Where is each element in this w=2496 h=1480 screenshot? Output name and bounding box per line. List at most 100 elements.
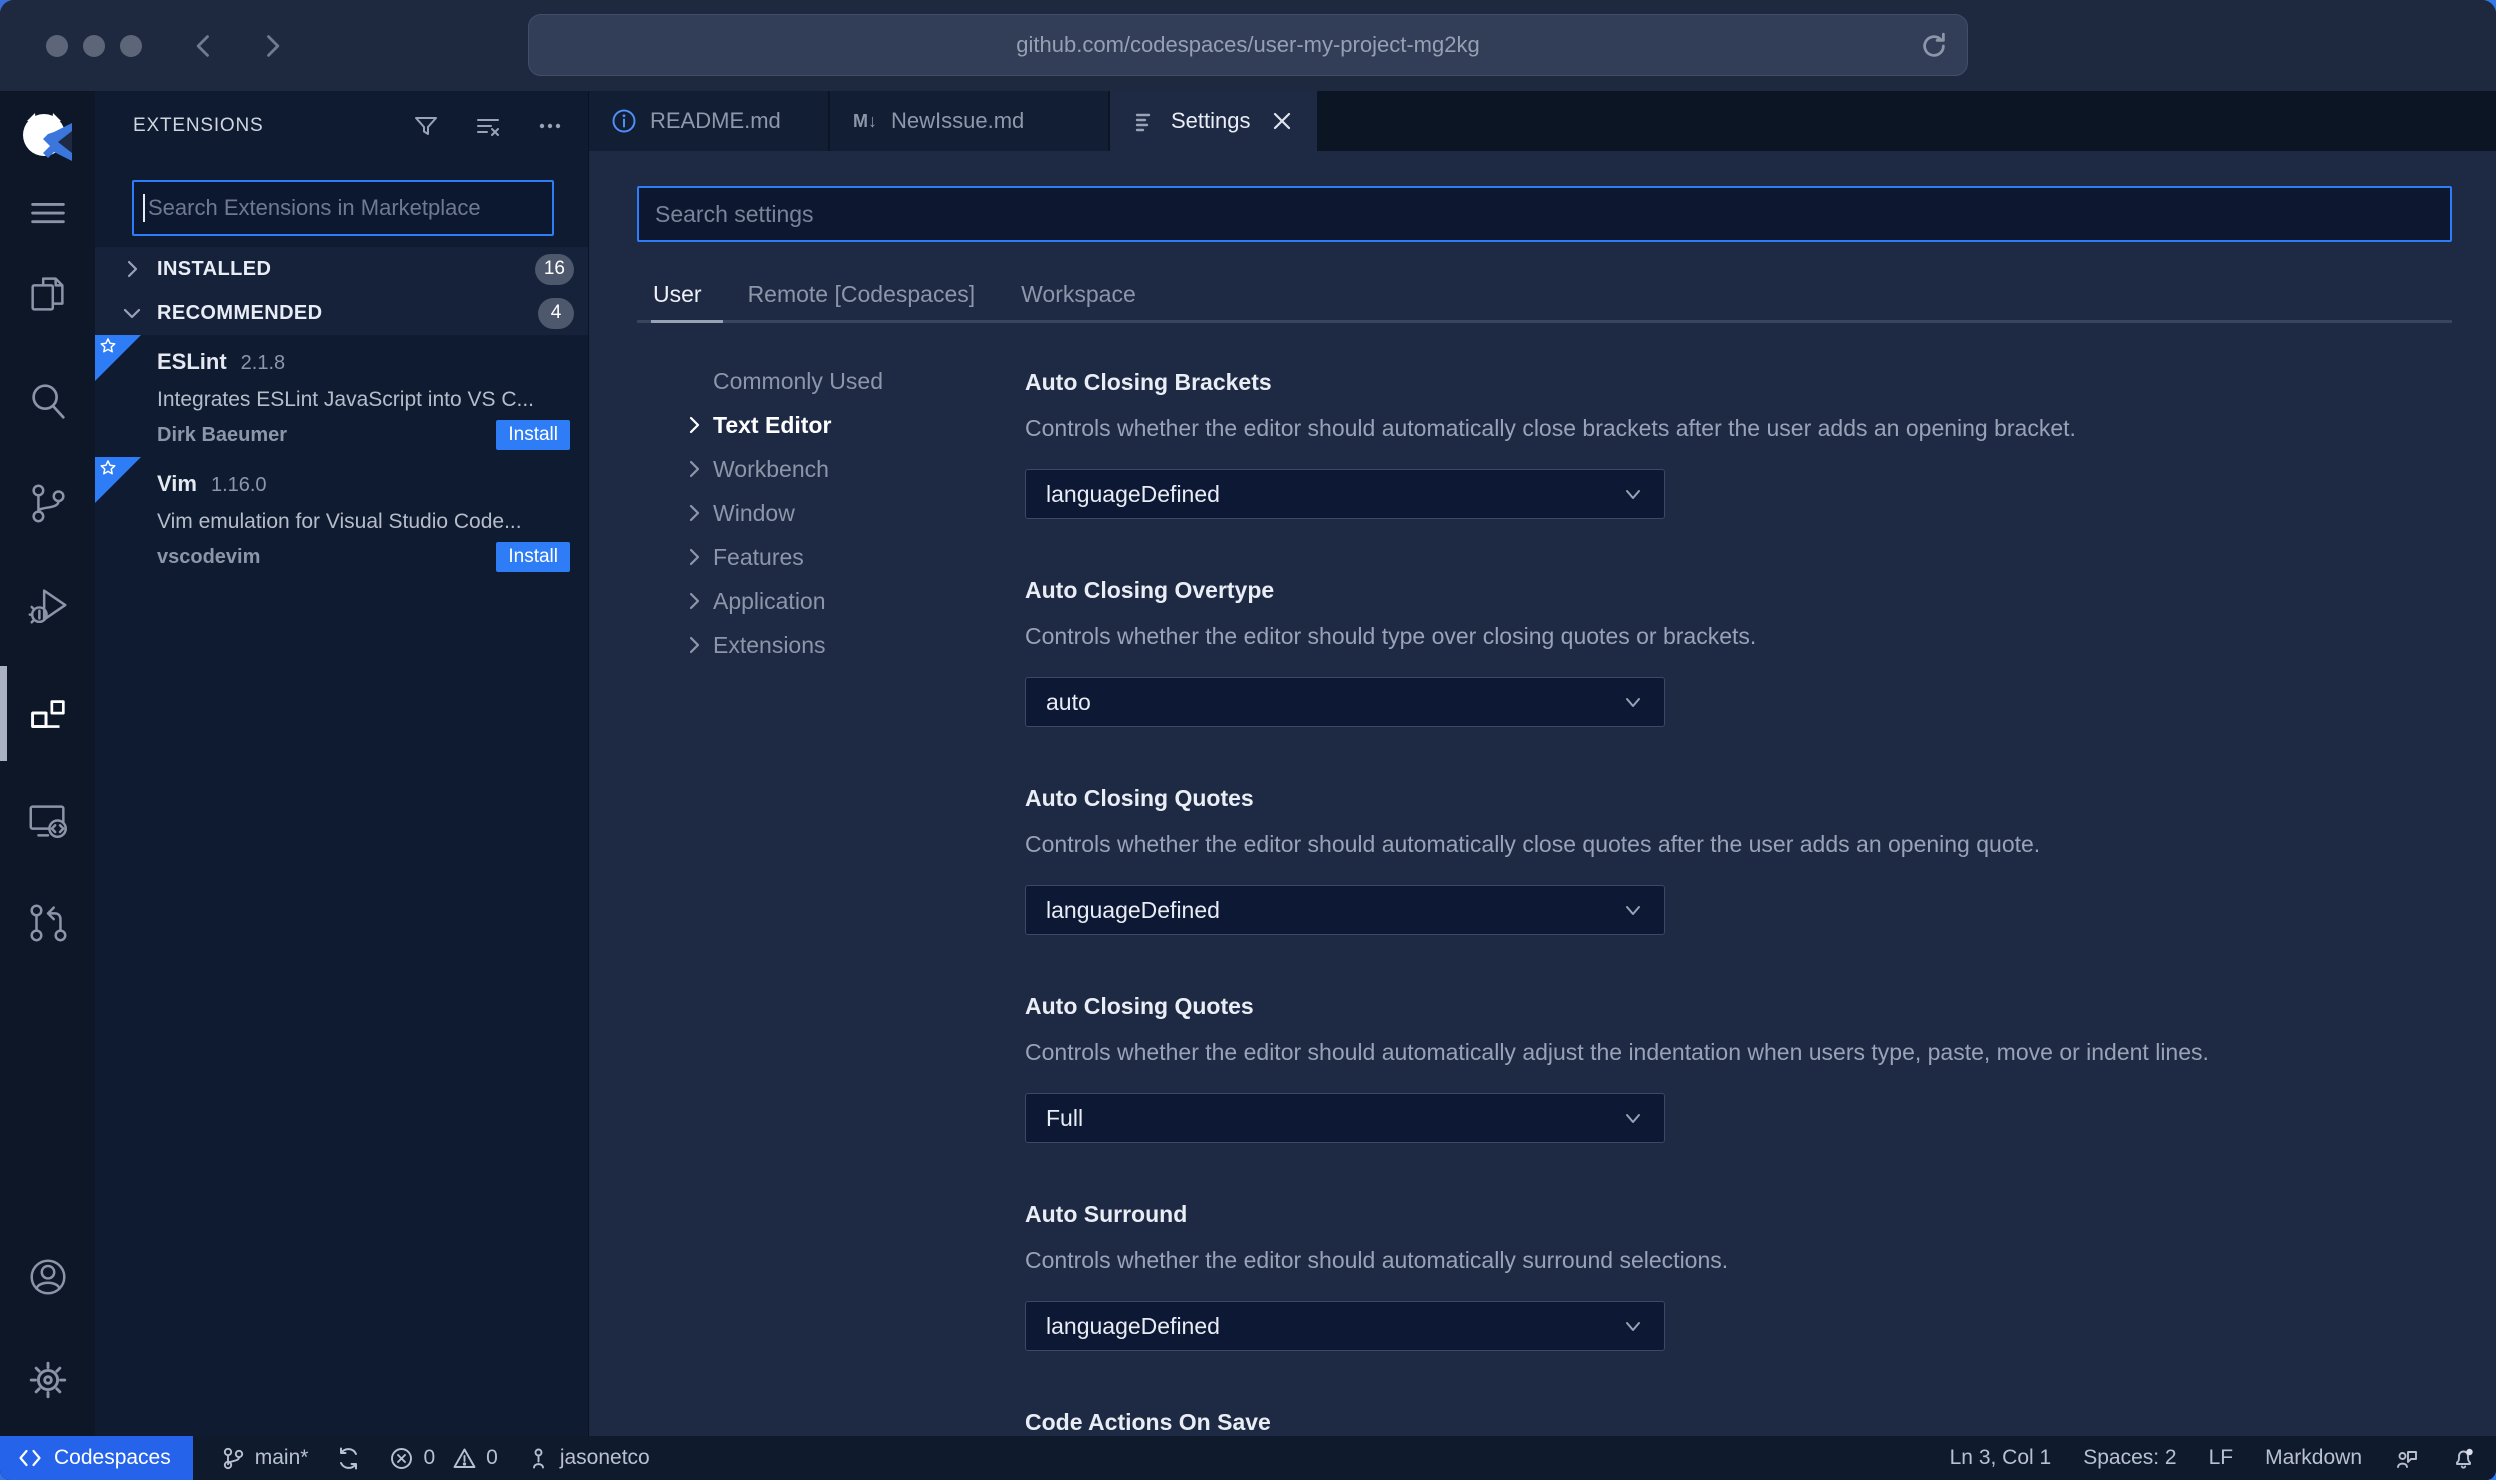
chevron-down-icon bbox=[1626, 490, 1640, 500]
branch-status[interactable]: main* bbox=[221, 1446, 309, 1471]
user-name: jasonetco bbox=[559, 1446, 650, 1469]
tab-readme[interactable]: README.md bbox=[589, 91, 828, 151]
recommended-ribbon bbox=[95, 457, 141, 503]
extensions-search-box bbox=[132, 180, 554, 236]
window-close-button[interactable] bbox=[46, 34, 68, 57]
browser-forward-icon[interactable] bbox=[258, 32, 286, 60]
dropdown-value: auto bbox=[1046, 688, 1091, 715]
sync-icon bbox=[340, 1447, 358, 1469]
install-button[interactable]: Install bbox=[496, 542, 570, 572]
extension-item-vim[interactable]: Vim 1.16.0 Vim emulation for Visual Stud… bbox=[95, 457, 588, 579]
close-tab-icon[interactable] bbox=[1270, 109, 1294, 133]
bell-icon bbox=[2456, 1448, 2473, 1469]
setting-title: Auto Closing Quotes bbox=[1025, 993, 1254, 1020]
github-vscode-logo-icon[interactable] bbox=[14, 105, 80, 171]
toc-item-extensions[interactable]: Extensions bbox=[637, 623, 1025, 667]
setting-description: Controls whether the editor should autom… bbox=[1025, 415, 2076, 442]
reload-icon[interactable] bbox=[1919, 31, 1949, 61]
scope-tab-remote[interactable]: Remote [Codespaces] bbox=[748, 281, 976, 308]
run-debug-icon[interactable] bbox=[24, 582, 72, 630]
setting-value-dropdown[interactable]: languageDefined bbox=[1025, 1301, 1665, 1352]
workbench: EXTENSIONS INSTALLED 16 RECOMMENDED 4 bbox=[0, 91, 2496, 1436]
clear-search-results-icon[interactable] bbox=[474, 112, 502, 140]
address-bar[interactable]: github.com/codespaces/user-my-project-mg… bbox=[528, 14, 1968, 76]
setting-value-dropdown[interactable]: languageDefined bbox=[1025, 885, 1665, 936]
editor-area: README.md M↓ NewIssue.md Settings Search… bbox=[589, 91, 2496, 1436]
source-control-icon[interactable] bbox=[24, 479, 72, 527]
notifications-button[interactable] bbox=[2451, 1446, 2476, 1471]
dropdown-value: languageDefined bbox=[1046, 480, 1220, 507]
chevron-down-icon bbox=[1626, 906, 1640, 916]
scope-tab-user[interactable]: User bbox=[653, 281, 702, 308]
extensions-icon[interactable] bbox=[24, 692, 72, 740]
toc-item-window[interactable]: Window bbox=[637, 491, 1025, 535]
user-status[interactable]: jasonetco bbox=[526, 1446, 650, 1471]
settings-gear-icon[interactable] bbox=[24, 1356, 72, 1404]
scope-tab-workspace[interactable]: Workspace bbox=[1021, 281, 1136, 308]
setting-description: Controls whether the editor should type … bbox=[1025, 623, 1757, 650]
sync-status[interactable] bbox=[336, 1446, 361, 1471]
feedback-icon bbox=[2397, 1450, 2417, 1468]
explorer-icon[interactable] bbox=[24, 270, 72, 318]
extension-description: Integrates ESLint JavaScript into VS C..… bbox=[157, 387, 535, 411]
extension-version: 1.16.0 bbox=[210, 474, 267, 496]
tab-settings[interactable]: Settings bbox=[1110, 91, 1317, 151]
activity-bar bbox=[0, 91, 95, 1436]
settings-search-input[interactable] bbox=[639, 188, 2450, 240]
section-installed[interactable]: INSTALLED 16 bbox=[95, 247, 588, 291]
toc-item-application[interactable]: Application bbox=[637, 579, 1025, 623]
extensions-sidebar: EXTENSIONS INSTALLED 16 RECOMMENDED 4 bbox=[95, 91, 589, 1436]
star-icon bbox=[100, 460, 116, 475]
window-zoom-button[interactable] bbox=[120, 34, 142, 57]
window-minimize-button[interactable] bbox=[83, 34, 105, 57]
setting-value-dropdown[interactable]: Full bbox=[1025, 1093, 1665, 1144]
toc-item-commonly-used[interactable]: Commonly Used bbox=[637, 359, 1025, 403]
url-text: github.com/codespaces/user-my-project-mg… bbox=[1016, 32, 1480, 57]
account-icon[interactable] bbox=[24, 1253, 72, 1301]
chevron-right-icon bbox=[689, 417, 700, 434]
settings-editor: User Remote [Codespaces] Workspace Commo… bbox=[589, 151, 2496, 1436]
remote-explorer-icon[interactable] bbox=[24, 796, 72, 844]
problems-status[interactable]: 0 0 bbox=[389, 1446, 498, 1471]
indentation-status[interactable]: Spaces: 2 bbox=[2083, 1446, 2176, 1470]
branch-name: main* bbox=[254, 1446, 309, 1469]
extension-item-eslint[interactable]: ESLint 2.1.8 Integrates ESLint JavaScrip… bbox=[95, 335, 588, 457]
extension-name: ESLint bbox=[157, 349, 227, 374]
toc-item-text-editor[interactable]: Text Editor bbox=[637, 403, 1025, 447]
setting-auto-closing-quotes-2: Auto Closing Quotes Controls whether the… bbox=[1025, 991, 2452, 1144]
pull-requests-icon[interactable] bbox=[24, 898, 72, 946]
settings-list-icon bbox=[1135, 113, 1151, 132]
setting-value-dropdown[interactable]: auto bbox=[1025, 677, 1665, 728]
section-recommended[interactable]: RECOMMENDED 4 bbox=[95, 291, 588, 335]
scope-tabs-rule bbox=[637, 320, 2452, 324]
remote-icon bbox=[19, 1449, 41, 1467]
error-icon bbox=[391, 1447, 413, 1469]
setting-description: Controls whether the editor should autom… bbox=[1025, 1247, 1729, 1274]
menu-icon[interactable] bbox=[24, 189, 72, 237]
setting-value-dropdown[interactable]: languageDefined bbox=[1025, 469, 1665, 520]
setting-title: Auto Surround bbox=[1025, 1201, 1188, 1228]
browser-back-icon[interactable] bbox=[190, 32, 218, 60]
setting-title: Code Actions On Save bbox=[1025, 1409, 1271, 1436]
install-button[interactable]: Install bbox=[496, 420, 570, 450]
eol-status[interactable]: LF bbox=[2209, 1446, 2234, 1470]
setting-title: Auto Closing Quotes bbox=[1025, 785, 1254, 812]
language-mode[interactable]: Markdown bbox=[2265, 1446, 2362, 1470]
feedback-button[interactable] bbox=[2394, 1446, 2419, 1471]
search-icon[interactable] bbox=[24, 377, 72, 425]
tab-newissue[interactable]: M↓ NewIssue.md bbox=[830, 91, 1108, 151]
setting-code-actions-on-save: Code Actions On Save bbox=[1025, 1407, 2452, 1436]
more-actions-icon[interactable] bbox=[536, 112, 564, 140]
remote-indicator[interactable]: Codespaces bbox=[0, 1436, 193, 1480]
active-view-indicator bbox=[0, 666, 7, 761]
cursor-position[interactable]: Ln 3, Col 1 bbox=[1950, 1446, 2052, 1470]
toc-item-features[interactable]: Features bbox=[637, 535, 1025, 579]
toc-item-workbench[interactable]: Workbench bbox=[637, 447, 1025, 491]
extension-publisher: vscodevim bbox=[157, 545, 261, 568]
extensions-search-input[interactable] bbox=[134, 182, 552, 234]
filter-icon[interactable] bbox=[412, 112, 440, 140]
person-icon bbox=[532, 1448, 544, 1468]
dropdown-value: Full bbox=[1046, 1104, 1084, 1131]
setting-description: Controls whether the editor should autom… bbox=[1025, 1039, 2209, 1066]
tab-label: README.md bbox=[650, 108, 781, 133]
